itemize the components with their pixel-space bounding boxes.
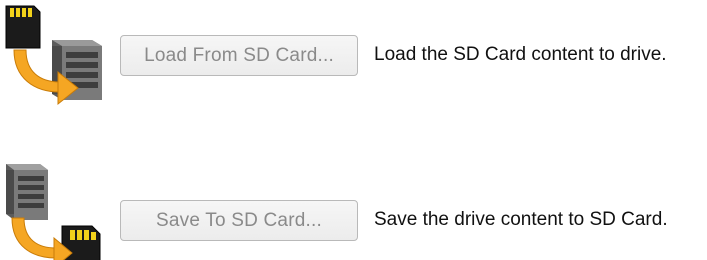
save-description: Save the drive content to SD Card.: [374, 209, 668, 230]
load-description: Load the SD Card content to drive.: [374, 44, 667, 65]
sd-card-to-drive-icon: [0, 0, 110, 110]
save-to-sd-card-button[interactable]: Save To SD Card...: [120, 200, 358, 241]
save-row: Save To SD Card... Save the drive conten…: [0, 130, 707, 260]
load-row: Load From SD Card... Load the SD Card co…: [0, 0, 707, 130]
drive-to-sd-card-icon: [0, 160, 110, 260]
load-from-sd-card-button[interactable]: Load From SD Card...: [120, 35, 358, 76]
